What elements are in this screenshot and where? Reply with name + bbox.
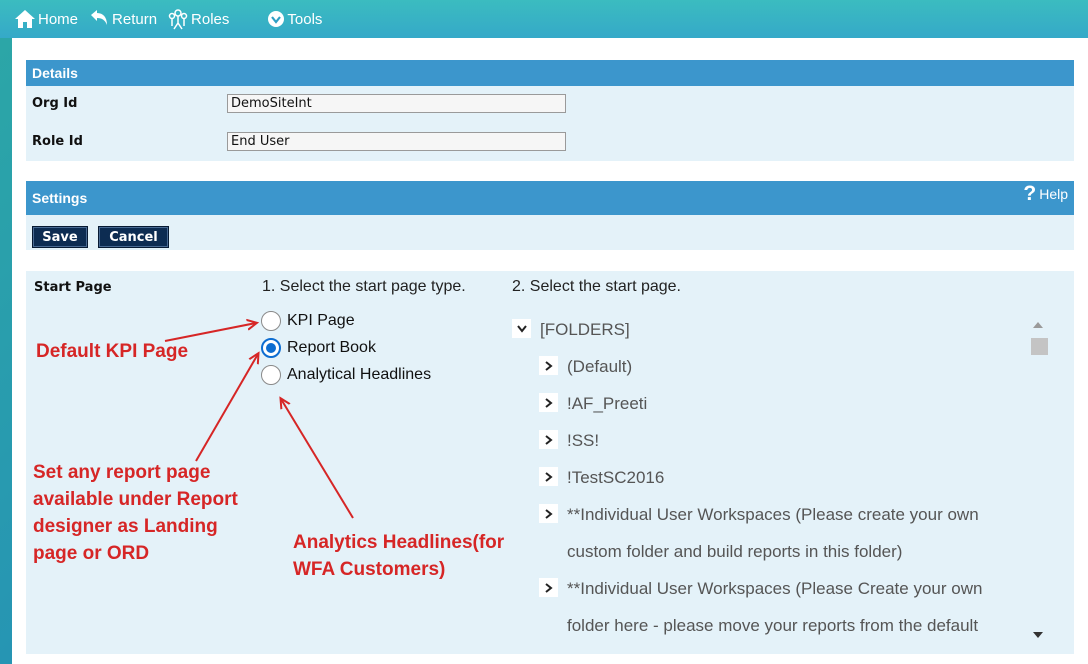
step2-text: 2. Select the start page. [512,278,681,295]
tree-item[interactable]: !SS! [567,431,599,451]
chevron-right-icon [544,360,553,371]
radio-label: Analytical Headlines [287,366,432,383]
arrow-to-analytical [281,399,354,519]
annotation-analytics-headlines: Analytics Headlines(for WFA Customers) [293,529,504,583]
start-page-panel: Start Page 1. Select the start page type… [26,271,1074,654]
help-icon: ? [1023,182,1037,205]
radio-report-book[interactable]: Report Book [261,338,376,358]
radio-button[interactable] [261,365,281,385]
tree-expand-toggle[interactable] [539,393,558,412]
top-nav: Home Return Roles Tools [0,0,1088,38]
annotation-line: available under Report [33,489,238,510]
details-title: Details [32,65,78,81]
nav-return-label: Return [112,10,158,28]
annotation-line: designer as Landing [33,516,218,537]
folder-tree: [FOLDERS] (Default) !AF_Preeti !SS! !Tes… [512,307,1044,655]
tree-expand-toggle[interactable] [539,356,558,375]
nav-home[interactable]: Home [14,9,78,29]
radio-analytical-headlines[interactable]: Analytical Headlines [261,365,431,385]
tree-item[interactable]: **Individual User Workspaces (Please cre… [567,505,979,525]
nav-tools[interactable]: Tools [267,10,322,28]
tree-expand-toggle[interactable] [539,578,558,597]
content-area: Details Org Id DemoSiteInt Role Id End U… [12,38,1088,664]
nav-roles-label: Roles [191,10,230,28]
tree-scrollbar[interactable] [1029,314,1049,646]
tree-expand-toggle[interactable] [539,430,558,449]
scroll-thumb[interactable] [1031,338,1048,355]
tree-item-continued: folder here - please move your reports f… [567,616,979,635]
cancel-button[interactable]: Cancel [98,226,169,248]
settings-header: Settings ? Help [26,181,1074,215]
help-label: Help [1039,186,1068,202]
chevron-right-icon [544,508,553,519]
annotation-line: Analytics Headlines(for [293,532,505,553]
settings-toolbar: Save Cancel [26,215,1074,250]
radio-label: Report Book [287,339,376,356]
scroll-down-icon[interactable] [1033,632,1043,638]
radio-button[interactable] [261,311,281,331]
role-id-label: Role Id [32,134,83,149]
tree-item-continued: custom folder and build reports in this … [567,542,903,561]
roles-icon [168,9,188,30]
annotation-default-kpi: Default KPI Page [36,338,188,365]
details-panel: Org Id DemoSiteInt Role Id End User [26,86,1074,161]
radio-kpi-page[interactable]: KPI Page [261,311,355,331]
radio-button-selected[interactable] [261,338,281,358]
tree-expand-toggle[interactable] [539,467,558,486]
annotation-text: Default KPI Page [36,341,189,362]
chevron-right-icon [544,471,553,482]
save-button[interactable]: Save [32,226,88,248]
arrow-to-report-book [195,354,258,462]
details-header: Details [26,60,1074,86]
tree-item[interactable]: (Default) [567,357,632,377]
tree-item[interactable]: **Individual User Workspaces (Please Cre… [567,579,982,599]
tree-item[interactable]: !AF_Preeti [567,394,647,414]
settings-title: Settings [32,190,88,206]
org-id-field[interactable]: DemoSiteInt [227,94,566,113]
home-icon [15,10,35,28]
tree-expand-toggle[interactable] [539,504,558,523]
nav-home-label: Home [38,10,79,28]
start-page-label: Start Page [34,280,112,295]
annotation-report-page: Set any report page available under Repo… [33,459,238,567]
chevron-right-icon [544,434,553,445]
nav-return[interactable]: Return [88,9,157,29]
scroll-up-icon[interactable] [1033,322,1043,328]
help-link[interactable]: ? Help [1023,182,1068,205]
org-id-label: Org Id [32,96,78,111]
nav-tools-label: Tools [287,10,323,28]
annotation-line: page or ORD [33,543,150,564]
annotation-line: WFA Customers) [293,559,446,580]
annotation-line: Set any report page [33,462,211,483]
chevron-right-icon [544,397,553,408]
step1-text: 1. Select the start page type. [262,278,466,295]
tree-item[interactable]: !TestSC2016 [567,468,664,488]
radio-label: KPI Page [287,312,355,329]
chevron-down-icon [516,324,527,333]
tree-root[interactable]: [FOLDERS] [540,320,630,340]
tree-expand-toggle[interactable] [512,319,531,338]
tools-chevron-icon [268,11,285,27]
chevron-right-icon [544,582,553,593]
role-id-field[interactable]: End User [227,132,566,151]
return-icon [91,10,108,25]
nav-roles[interactable]: Roles [167,8,229,30]
